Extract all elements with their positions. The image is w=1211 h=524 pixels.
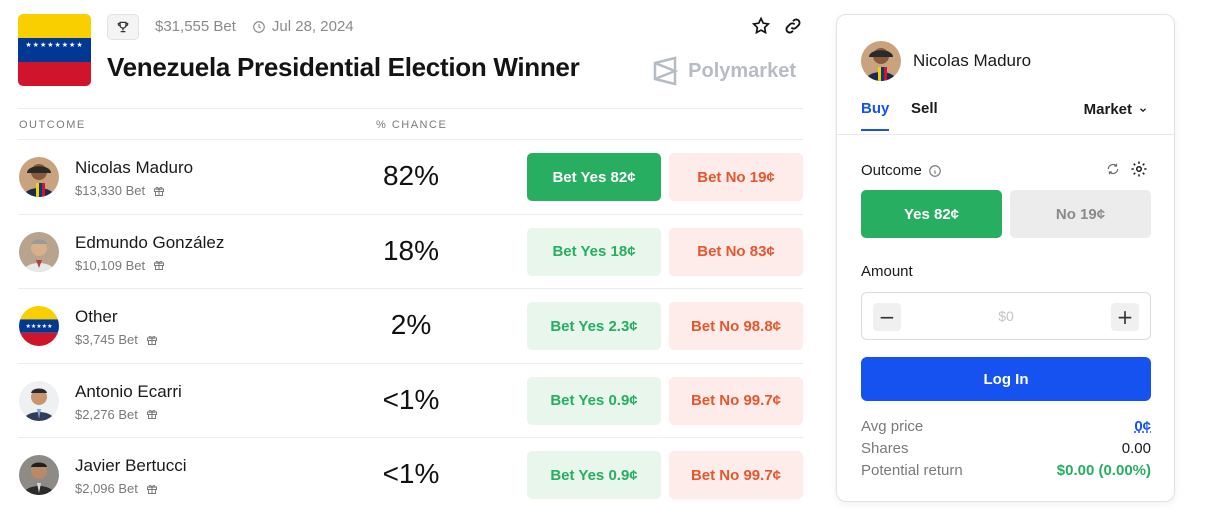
bet-yes-button[interactable]: Bet Yes 18¢ (527, 227, 661, 276)
info-icon[interactable] (928, 164, 942, 178)
gift-icon[interactable] (153, 185, 165, 197)
gear-icon[interactable] (1130, 160, 1148, 178)
market-card: ★★★★★★★★ $31,555 Bet Jul 28, 2024 Venezu… (18, 12, 803, 513)
chance-column-header: % CHANCE (376, 119, 448, 131)
bet-no-button[interactable]: Bet No 98.8¢ (669, 302, 803, 351)
amount-value: $0 (998, 308, 1014, 324)
tab-sell[interactable]: Sell (911, 100, 938, 117)
increment-button[interactable]: + (1111, 303, 1139, 331)
outcome-name: Other (75, 307, 118, 327)
gift-icon[interactable] (153, 259, 165, 271)
gift-icon[interactable] (146, 334, 158, 346)
outcome-label: Outcome (861, 162, 922, 179)
login-button[interactable]: Log In (861, 357, 1151, 401)
brand-name: Polymarket (688, 59, 796, 82)
market-header: ★★★★★★★★ $31,555 Bet Jul 28, 2024 Venezu… (18, 12, 803, 108)
order-type-label: Market (1083, 101, 1132, 118)
avatar (861, 41, 901, 81)
market-meta: $31,555 Bet Jul 28, 2024 (155, 18, 354, 35)
refresh-icon[interactable] (1106, 162, 1120, 176)
table-row[interactable]: Javier Bertucci $2,096 Bet <1% Bet Yes 0… (18, 438, 803, 513)
avatar: ★★★★★ (19, 306, 59, 347)
polymarket-icon (653, 56, 679, 86)
trade-tabs: Buy Sell Market (837, 97, 1174, 135)
outcome-volume: $2,096 Bet (75, 481, 138, 497)
order-summary: Avg price 0¢ Shares 0.00 Potential retur… (861, 417, 1151, 483)
potential-return-value: $0.00 (0.00%) (1056, 462, 1151, 479)
page-title: Venezuela Presidential Election Winner (107, 52, 580, 82)
outcome-chance: 18% (382, 234, 440, 266)
avg-price-row: Avg price 0¢ (861, 417, 1151, 439)
stat-label: Avg price (861, 418, 924, 435)
selected-outcome-name: Nicolas Maduro (913, 51, 1032, 70)
gift-icon[interactable] (146, 408, 158, 420)
outcome-volume: $13,330 Bet (75, 183, 146, 198)
outcome-name: Nicolas Maduro (75, 158, 194, 177)
amount-input[interactable]: − $0 + (861, 292, 1151, 340)
stat-label: Shares (861, 440, 909, 457)
avatar (19, 231, 59, 272)
outcome-chance: 2% (390, 309, 432, 341)
trophy-icon[interactable] (107, 14, 139, 40)
avatar (19, 455, 59, 496)
market-volume: $31,555 Bet (155, 18, 236, 35)
market-date: Jul 28, 2024 (271, 18, 354, 35)
trade-panel: Nicolas Maduro Buy Sell Market Outcome Y… (836, 14, 1175, 502)
stat-label: Potential return (861, 462, 963, 479)
outcome-name: Antonio Ecarri (75, 381, 182, 401)
outcome-chance: <1% (382, 383, 440, 415)
outcome-name: Javier Bertucci (75, 456, 187, 476)
yes-outcome-button[interactable]: Yes 82¢ (861, 190, 1002, 238)
bet-yes-button[interactable]: Bet Yes 2.3¢ (527, 302, 661, 351)
outcome-name: Edmundo González (75, 232, 225, 252)
link-icon[interactable] (783, 16, 803, 36)
outcome-volume: $3,745 Bet (75, 332, 138, 348)
bet-no-button[interactable]: Bet No 83¢ (669, 227, 803, 276)
outcome-chance: <1% (382, 458, 440, 490)
potential-return-row: Potential return $0.00 (0.00%) (861, 461, 1151, 483)
shares-row: Shares 0.00 (861, 439, 1151, 461)
avg-price-value: 0¢ (1134, 418, 1151, 435)
bet-no-button[interactable]: Bet No 99.7¢ (669, 376, 803, 425)
amount-label: Amount (861, 263, 913, 280)
outcome-volume: $2,276 Bet (75, 406, 138, 422)
venezuela-flag: ★★★★★★★★ (18, 14, 91, 86)
table-row[interactable]: ★★★★★ Other $3,745 Bet 2% Bet Yes 2.3¢ B… (18, 289, 803, 364)
bet-yes-button[interactable]: Bet Yes 0.9¢ (527, 451, 661, 500)
outcome-list: Nicolas Maduro $13,330 Bet 82% Bet Yes 8… (18, 140, 803, 513)
shares-value: 0.00 (1121, 440, 1151, 457)
clock-icon (253, 20, 265, 33)
polymarket-logo: Polymarket (652, 56, 796, 86)
table-row[interactable]: Edmundo González $10,109 Bet 18% Bet Yes… (18, 215, 803, 290)
outcome-chance: 82% (382, 160, 440, 191)
table-row[interactable]: Nicolas Maduro $13,330 Bet 82% Bet Yes 8… (18, 140, 803, 215)
bet-no-button[interactable]: Bet No 99.7¢ (669, 451, 803, 500)
bet-no-button[interactable]: Bet No 19¢ (669, 153, 803, 201)
outcome-volume: $10,109 Bet (75, 257, 146, 273)
avatar (19, 380, 59, 421)
table-row[interactable]: Antonio Ecarri $2,276 Bet <1% Bet Yes 0.… (18, 364, 803, 439)
bet-yes-button[interactable]: Bet Yes 0.9¢ (527, 376, 661, 425)
star-icon[interactable] (751, 16, 771, 36)
outcome-column-header: OUTCOME (19, 119, 86, 131)
gift-icon[interactable] (146, 483, 158, 495)
outcome-section-label: Outcome (861, 162, 942, 179)
order-type-dropdown[interactable]: Market (1084, 101, 1148, 118)
no-outcome-button[interactable]: No 19¢ (1010, 190, 1151, 238)
bet-yes-button[interactable]: Bet Yes 82¢ (527, 153, 661, 201)
outcome-table-header: OUTCOME % CHANCE (18, 108, 803, 140)
tab-buy[interactable]: Buy (861, 100, 890, 131)
chevron-down-icon (1140, 107, 1146, 112)
svg-text:★★★★★: ★★★★★ (26, 323, 53, 330)
avatar (19, 157, 59, 197)
